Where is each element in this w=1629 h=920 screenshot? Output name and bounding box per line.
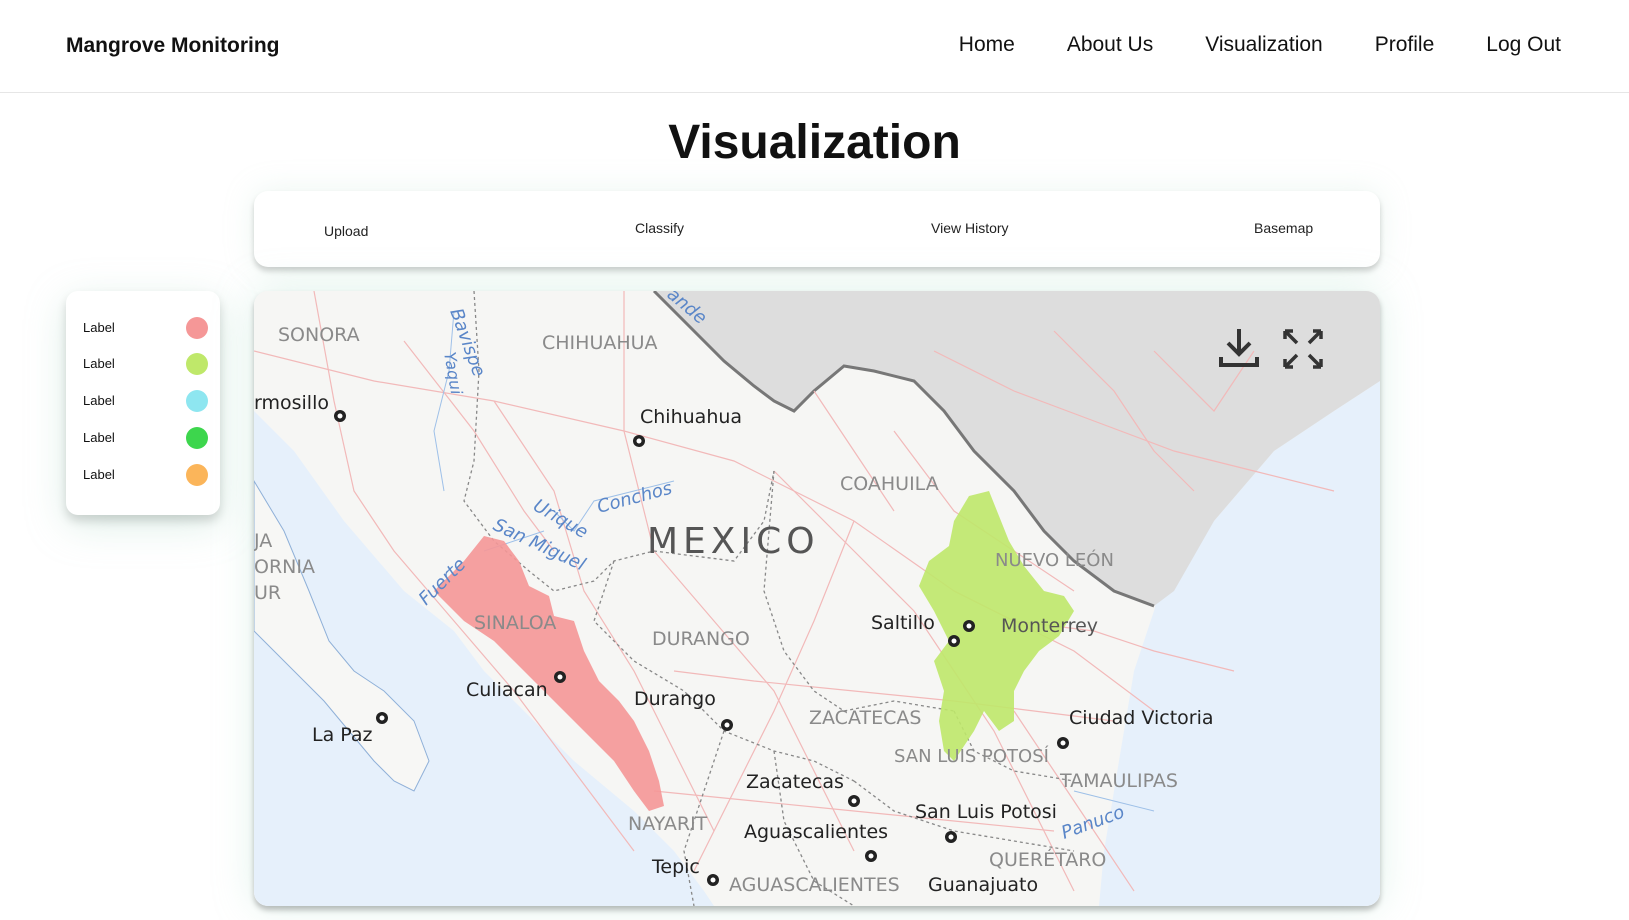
page-title: Visualization [668, 116, 961, 169]
legend-item: Label [83, 463, 208, 487]
legend-item: Label [83, 316, 208, 340]
city-label: Saltillo [871, 612, 935, 634]
legend-item: Label [83, 352, 208, 376]
state-label: DURANGO [652, 628, 750, 650]
nav-link-home[interactable]: Home [959, 33, 1015, 57]
basemap-button[interactable]: Basemap [1254, 220, 1313, 236]
city-label: Zacatecas [746, 771, 844, 793]
legend-item-label: Label [83, 320, 115, 335]
city-label: Guanajuato [928, 874, 1038, 896]
city-label: Monterrey [1001, 615, 1098, 637]
legend-item: Label [83, 426, 208, 450]
city-label: Culiacan [466, 679, 548, 701]
legend-swatch [186, 427, 208, 449]
classify-button[interactable]: Classify [635, 220, 684, 236]
map-toolbar: Upload Classify View History Basemap [254, 191, 1380, 267]
basemap-image[interactable]: SONORA CHIHUAHUA COAHUILA NUEVO LEÓN SIN… [254, 291, 1380, 906]
city-label: Durango [634, 688, 716, 710]
map-legend: Label Label Label Label Label [66, 291, 220, 515]
legend-item-label: Label [83, 393, 115, 408]
view-history-button[interactable]: View History [931, 220, 1009, 236]
state-label: QUERÉTARO [989, 848, 1106, 871]
legend-item: Label [83, 389, 208, 413]
legend-swatch [186, 464, 208, 486]
state-label: SONORA [278, 324, 360, 346]
map-view[interactable]: SONORA CHIHUAHUA COAHUILA NUEVO LEÓN SIN… [254, 291, 1380, 906]
legend-swatch [186, 390, 208, 412]
fullscreen-icon[interactable] [1279, 325, 1327, 373]
city-label: Ciudad Victoria [1069, 707, 1214, 729]
nav-link-about-us[interactable]: About Us [1067, 33, 1153, 57]
city-label: Aguascalientes [744, 821, 888, 843]
state-label: COAHUILA [840, 473, 939, 495]
state-label: NUEVO LEÓN [995, 549, 1114, 571]
state-label: ORNIA [254, 556, 315, 578]
download-icon[interactable] [1215, 325, 1263, 373]
legend-item-label: Label [83, 467, 115, 482]
nav-link-log-out[interactable]: Log Out [1486, 33, 1561, 57]
state-label: SINALOA [474, 612, 556, 634]
state-label: SAN LUIS POTOSÍ [894, 745, 1049, 767]
top-navbar: Mangrove Monitoring Home About Us Visual… [0, 0, 1629, 93]
nav-link-visualization[interactable]: Visualization [1205, 33, 1323, 57]
state-label: UR [254, 582, 281, 604]
nav-link-profile[interactable]: Profile [1375, 33, 1435, 57]
upload-button[interactable]: Upload [324, 223, 368, 239]
state-label: ZACATECAS [809, 707, 921, 729]
country-label: MEXICO [647, 521, 820, 562]
state-label: AGUASCALIENTES [729, 874, 900, 896]
city-label: Tepic [651, 856, 700, 878]
city-label: Chihuahua [640, 406, 742, 428]
city-label: La Paz [312, 724, 373, 746]
legend-swatch [186, 353, 208, 375]
state-label: CHIHUAHUA [542, 332, 658, 354]
brand-title[interactable]: Mangrove Monitoring [66, 34, 280, 58]
city-label: rmosillo [254, 392, 329, 414]
state-label: TAMAULIPAS [1059, 770, 1178, 792]
legend-item-label: Label [83, 430, 115, 445]
state-label: NAYARIT [628, 813, 708, 835]
city-label: San Luis Potosi [915, 801, 1057, 823]
nav-links: Home About Us Visualization Profile Log … [907, 33, 1561, 57]
state-label: JA [254, 530, 272, 552]
legend-swatch [186, 317, 208, 339]
legend-item-label: Label [83, 356, 115, 371]
